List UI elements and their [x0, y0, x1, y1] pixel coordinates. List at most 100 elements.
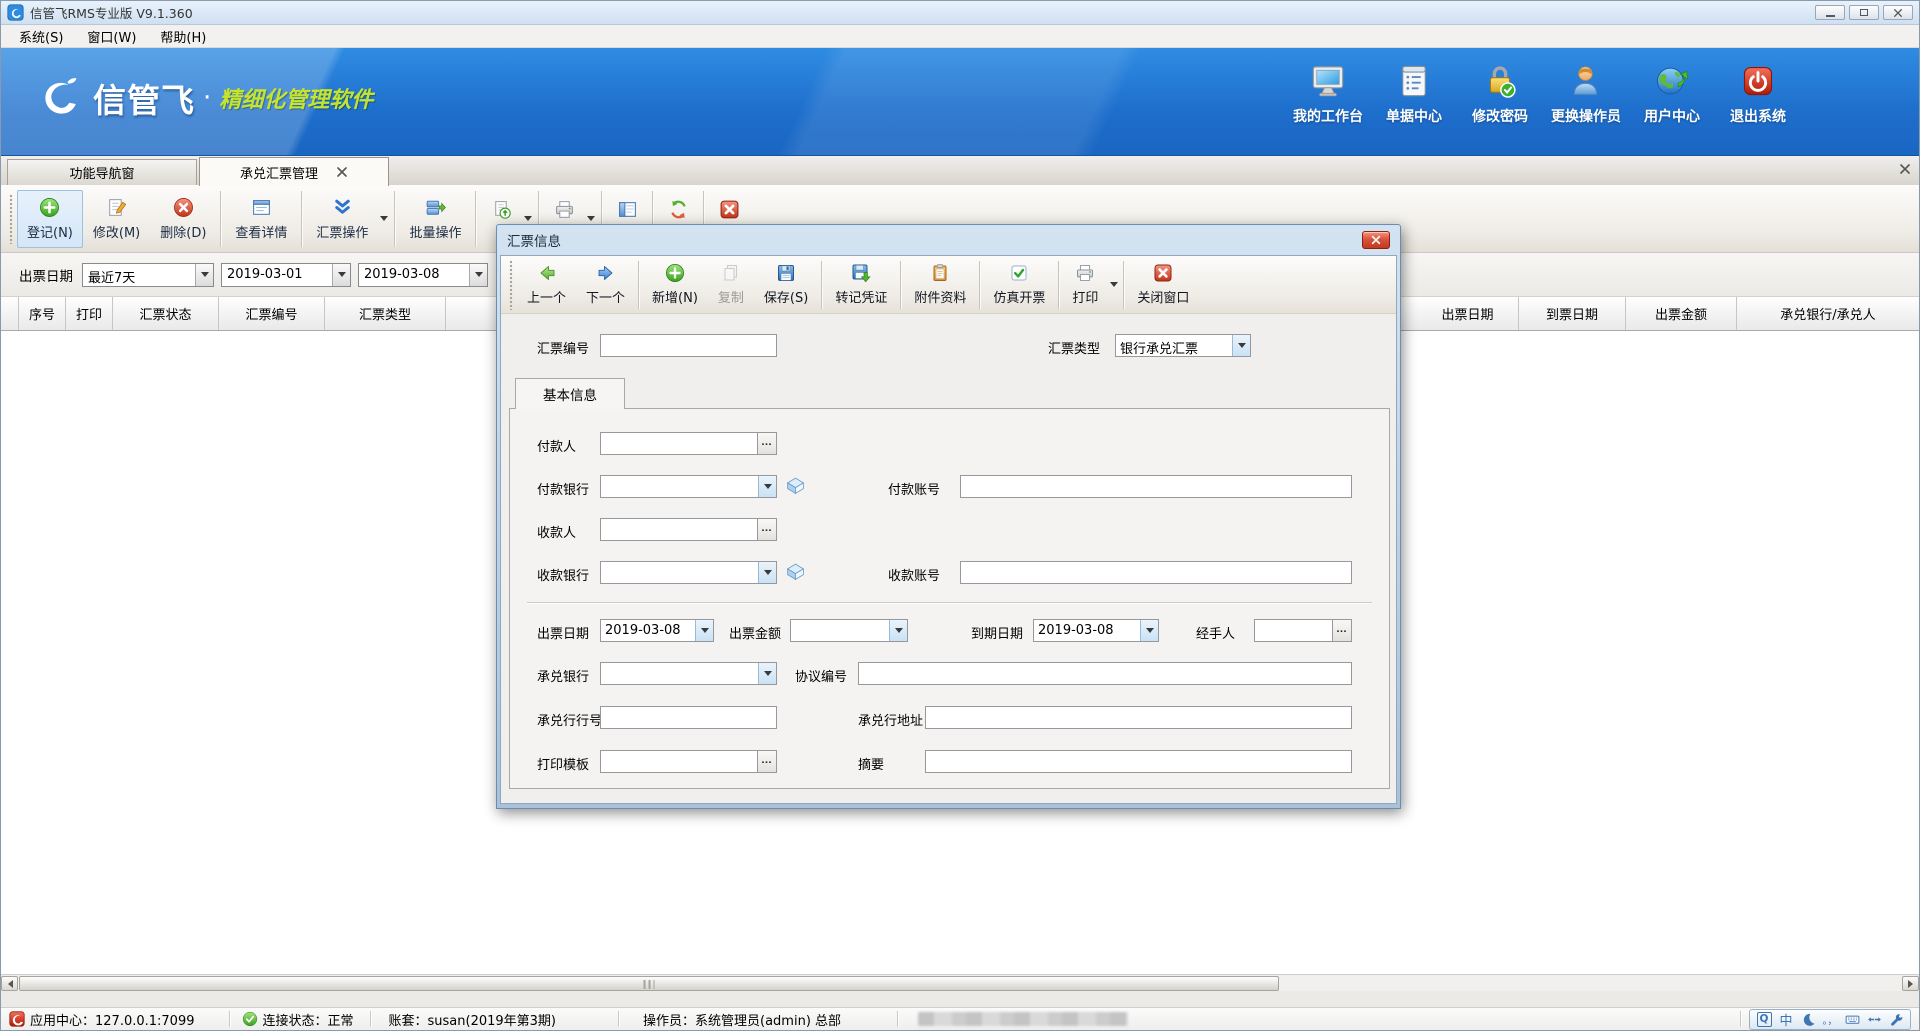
document-center-button[interactable]: 单据中心 — [1371, 63, 1457, 126]
close-button[interactable] — [1883, 5, 1913, 20]
dialog-close-button[interactable] — [1362, 231, 1390, 249]
change-password-button[interactable]: 修改密码 — [1457, 63, 1543, 126]
scroll-right-button[interactable] — [1902, 976, 1919, 991]
payee-account-input[interactable] — [961, 562, 1351, 583]
save-button[interactable]: 保存(S) — [754, 258, 818, 312]
payer-bank-book-icon[interactable] — [785, 475, 806, 496]
ime-move-button[interactable] — [1863, 1010, 1885, 1029]
tab-function-navigator[interactable]: 功能导航窗 — [7, 159, 197, 185]
user-center-button[interactable]: 用户中心 — [1629, 63, 1715, 126]
handler-field[interactable]: … — [1254, 619, 1352, 642]
view-details-button[interactable]: 查看详情 — [225, 190, 297, 248]
bill-no-field[interactable] — [600, 334, 777, 357]
register-button[interactable]: 登记(N) — [17, 190, 83, 248]
ime-fullwidth-button[interactable] — [1797, 1010, 1819, 1029]
chevron-down-icon[interactable] — [695, 620, 713, 641]
bill-operations-button[interactable]: 汇票操作 — [306, 190, 378, 248]
column-header-amount[interactable]: 出票金额 — [1626, 297, 1737, 330]
date-to-select[interactable]: 2019-03-08 — [358, 263, 488, 287]
chevron-down-icon[interactable] — [889, 620, 907, 641]
column-header-print[interactable]: 打印 — [66, 297, 113, 330]
payer-field[interactable]: … — [600, 432, 777, 455]
handler-input[interactable] — [1255, 620, 1332, 641]
print-dropdown[interactable] — [1108, 258, 1120, 312]
scroll-left-button[interactable] — [1, 976, 18, 991]
post-voucher-button[interactable]: 转记凭证 — [825, 258, 897, 312]
horizontal-scrollbar[interactable] — [1, 974, 1919, 991]
payer-account-field[interactable] — [960, 475, 1352, 498]
column-header-issue-date[interactable]: 出票日期 — [1417, 297, 1519, 330]
date-range-select[interactable]: 最近7天 — [82, 263, 214, 287]
panel-close-icon[interactable] — [1899, 163, 1911, 175]
accept-bank-addr-field[interactable] — [925, 706, 1352, 729]
chevron-down-icon[interactable] — [758, 663, 776, 684]
print-button[interactable]: 打印 — [1062, 258, 1108, 312]
accept-bank-select[interactable] — [600, 662, 777, 685]
workbench-button[interactable]: 我的工作台 — [1285, 63, 1371, 126]
new-button[interactable]: 新增(N) — [642, 258, 708, 312]
column-header-arrive-date[interactable]: 到票日期 — [1519, 297, 1626, 330]
ime-settings-button[interactable] — [1885, 1010, 1907, 1029]
menu-system[interactable]: 系统(S) — [7, 25, 75, 48]
chevron-down-icon[interactable] — [332, 264, 350, 286]
dialog-title-bar[interactable]: 汇票信息 — [500, 225, 1397, 255]
print-template-input[interactable] — [601, 751, 757, 772]
chevron-down-icon[interactable] — [758, 562, 776, 583]
switch-operator-button[interactable]: 更换操作员 — [1543, 63, 1629, 126]
chevron-down-icon[interactable] — [758, 476, 776, 497]
chevron-down-icon[interactable] — [195, 264, 213, 286]
column-header-bill-type[interactable]: 汇票类型 — [325, 297, 446, 330]
bill-no-input[interactable] — [601, 335, 776, 356]
agreement-no-field[interactable] — [858, 662, 1352, 685]
print-template-field[interactable]: … — [600, 750, 777, 773]
payee-bank-book-icon[interactable] — [785, 561, 806, 582]
payee-bank-select[interactable] — [600, 561, 777, 584]
due-date-select[interactable]: 2019-03-08 — [1033, 619, 1159, 642]
close-window-button[interactable]: 关闭窗口 — [1127, 258, 1199, 312]
exit-system-button[interactable]: 退出系统 — [1715, 63, 1801, 126]
amount-select[interactable] — [790, 619, 908, 642]
simulate-invoice-button[interactable]: 仿真开票 — [983, 258, 1055, 312]
column-header-seq[interactable]: 序号 — [19, 297, 66, 330]
scrollbar-thumb[interactable] — [19, 976, 1279, 991]
column-header-status[interactable]: 汇票状态 — [113, 297, 219, 330]
tab-close-icon[interactable] — [336, 166, 348, 178]
bill-operations-dropdown[interactable] — [378, 190, 390, 248]
ime-punctuation-button[interactable]: 。， — [1819, 1010, 1841, 1029]
attachments-button[interactable]: 附件资料 — [904, 258, 976, 312]
batch-operations-button[interactable]: 批量操作 — [399, 190, 471, 248]
tab-basic-info[interactable]: 基本信息 — [515, 378, 625, 409]
print-template-lookup-button[interactable]: … — [757, 751, 776, 772]
payee-field[interactable]: … — [600, 518, 777, 541]
column-header-accept-bank[interactable]: 承兑银行/承兑人 — [1737, 297, 1919, 330]
maximize-button[interactable] — [1849, 5, 1879, 20]
chevron-down-icon[interactable] — [1140, 620, 1158, 641]
summary-field[interactable] — [925, 750, 1352, 773]
toolbar-grip[interactable] — [9, 194, 13, 244]
column-header-bill-no[interactable]: 汇票编号 — [219, 297, 325, 330]
menu-help[interactable]: 帮助(H) — [148, 25, 218, 48]
ime-language-button[interactable]: 中 — [1775, 1010, 1797, 1029]
minimize-button[interactable] — [1815, 5, 1845, 20]
delete-button[interactable]: 删除(D) — [150, 190, 216, 248]
previous-button[interactable]: 上一个 — [517, 258, 576, 312]
payee-account-field[interactable] — [960, 561, 1352, 584]
toolbar-grip[interactable] — [509, 260, 513, 310]
accept-bank-no-input[interactable] — [601, 707, 776, 728]
accept-bank-addr-input[interactable] — [926, 707, 1351, 728]
payee-lookup-button[interactable]: … — [757, 519, 776, 540]
handler-lookup-button[interactable]: … — [1332, 620, 1351, 641]
ime-mode-button[interactable]: Q — [1753, 1010, 1775, 1029]
chevron-down-icon[interactable] — [1232, 335, 1250, 356]
payer-account-input[interactable] — [961, 476, 1351, 497]
payer-lookup-button[interactable]: … — [757, 433, 776, 454]
accept-bank-no-field[interactable] — [600, 706, 777, 729]
next-button[interactable]: 下一个 — [576, 258, 635, 312]
issue-date-select[interactable]: 2019-03-08 — [600, 619, 714, 642]
bill-type-select[interactable]: 银行承兑汇票 — [1115, 334, 1251, 357]
summary-input[interactable] — [926, 751, 1351, 772]
menu-window[interactable]: 窗口(W) — [75, 25, 148, 48]
payer-bank-select[interactable] — [600, 475, 777, 498]
tab-acceptance-bill-management[interactable]: 承兑汇票管理 — [199, 157, 389, 186]
payee-input[interactable] — [601, 519, 757, 540]
